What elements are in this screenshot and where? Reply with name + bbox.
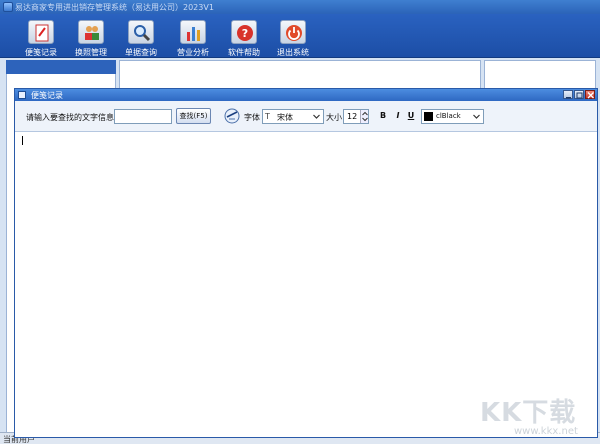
color-value: clBlack bbox=[436, 112, 461, 120]
power-icon bbox=[280, 20, 306, 44]
font-label: 字体 bbox=[244, 113, 260, 122]
watermark-logo: KK下载 www.kkx.net bbox=[480, 392, 590, 442]
main-toolbar: 便笺记录 换照管理 单据查询 营业分析 ? 软件帮助 退出系统 bbox=[0, 14, 600, 58]
close-button[interactable] bbox=[585, 90, 595, 99]
toolbar-label: 换照管理 bbox=[75, 48, 107, 57]
italic-button[interactable]: I bbox=[393, 111, 403, 122]
color-swatch bbox=[424, 112, 433, 121]
dialog-titlebar: 便笺记录 bbox=[15, 89, 597, 101]
toolbar-button-help[interactable]: ? 软件帮助 bbox=[227, 18, 261, 58]
chevron-down-icon bbox=[313, 114, 320, 119]
toolbar-label: 营业分析 bbox=[177, 48, 209, 57]
color-select[interactable]: clBlack bbox=[421, 109, 484, 124]
text-caret bbox=[22, 136, 23, 145]
maximize-button[interactable] bbox=[574, 90, 584, 99]
watermark-text: KK下载 bbox=[480, 398, 577, 428]
size-value: 12 bbox=[347, 112, 358, 121]
toolbar-button-notes[interactable]: 便笺记录 bbox=[24, 18, 58, 58]
toolbar-button-exit[interactable]: 退出系统 bbox=[276, 18, 310, 58]
toolbar-label: 单据查询 bbox=[125, 48, 157, 57]
toolbar-label: 软件帮助 bbox=[228, 48, 260, 57]
size-label: 大小 bbox=[326, 113, 342, 122]
search-input[interactable] bbox=[114, 109, 172, 124]
brush-icon[interactable] bbox=[224, 108, 240, 124]
main-window: 易达商家专用进出销存管理系统（易达用公司）2023V1 便笺记录 换照管理 单据… bbox=[0, 0, 600, 444]
left-panel-header bbox=[6, 60, 116, 74]
help-icon: ? bbox=[231, 20, 257, 44]
toolbar-label: 退出系统 bbox=[277, 48, 309, 57]
app-title: 易达商家专用进出销存管理系统（易达用公司）2023V1 bbox=[15, 3, 214, 12]
minimize-button[interactable] bbox=[563, 90, 573, 99]
app-icon bbox=[3, 2, 13, 12]
dialog-title: 便笺记录 bbox=[31, 91, 63, 100]
font-select[interactable]: T 宋体 bbox=[262, 109, 324, 124]
notes-dialog: 便笺记录 请输入要查找的文字信息： 查找(F5) 字体 T 宋体 大小 12 B… bbox=[14, 88, 598, 438]
font-value: 宋体 bbox=[277, 113, 293, 122]
watermark-url: www.kkx.net bbox=[514, 426, 578, 437]
bar-chart-icon bbox=[180, 20, 206, 44]
search-label: 请输入要查找的文字信息： bbox=[26, 113, 122, 122]
toolbar-button-query[interactable]: 单据查询 bbox=[124, 18, 158, 58]
toolbar-button-analysis[interactable]: 营业分析 bbox=[176, 18, 210, 58]
toolbar-label: 便笺记录 bbox=[25, 48, 57, 57]
size-stepper[interactable]: 12 bbox=[343, 109, 369, 124]
truetype-icon: T bbox=[265, 112, 270, 121]
spin-arrows-icon[interactable] bbox=[360, 110, 368, 123]
search-button[interactable]: 查找(F5) bbox=[176, 108, 211, 124]
app-titlebar: 易达商家专用进出销存管理系统（易达用公司）2023V1 bbox=[0, 0, 600, 14]
dialog-toolbar: 请输入要查找的文字信息： 查找(F5) 字体 T 宋体 大小 12 B I U bbox=[15, 101, 597, 132]
magnifier-icon bbox=[128, 20, 154, 44]
toolbar-button-users[interactable]: 换照管理 bbox=[74, 18, 108, 58]
users-icon bbox=[78, 20, 104, 44]
chevron-down-icon bbox=[473, 114, 480, 119]
notepad-icon bbox=[28, 20, 54, 44]
dialog-icon bbox=[18, 91, 26, 99]
bold-button[interactable]: B bbox=[378, 111, 388, 122]
underline-button[interactable]: U bbox=[406, 111, 416, 122]
svg-text:?: ? bbox=[242, 27, 248, 40]
